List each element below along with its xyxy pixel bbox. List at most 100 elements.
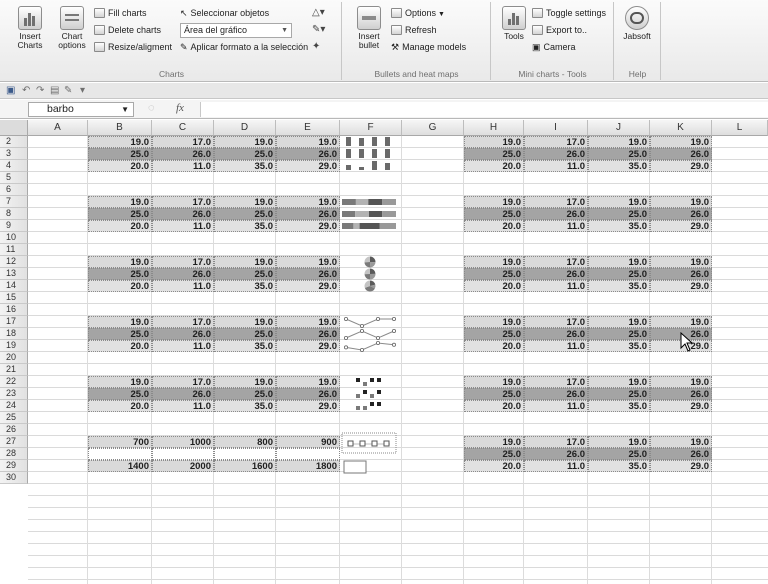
chart-icon[interactable]: ▤ <box>50 85 59 97</box>
table-cell[interactable]: 19.0 <box>588 136 650 148</box>
column-header-i[interactable]: I <box>524 120 588 136</box>
row-header-10[interactable]: 10 <box>0 232 28 244</box>
table-cell[interactable]: 20.0 <box>464 460 524 472</box>
table-cell[interactable]: 29.0 <box>276 340 340 352</box>
table-cell[interactable]: 25.0 <box>88 328 152 340</box>
table-cell[interactable]: 20.0 <box>464 160 524 172</box>
row-header-22[interactable]: 22 <box>0 376 28 388</box>
table-cell[interactable]: 17.0 <box>152 376 214 388</box>
table-cell[interactable]: 26.0 <box>524 268 588 280</box>
delete-charts-button[interactable]: Delete charts <box>94 23 161 37</box>
row-header-14[interactable]: 14 <box>0 280 28 292</box>
table-cell[interactable]: 26.0 <box>524 448 588 460</box>
row-header-4[interactable]: 4 <box>0 160 28 172</box>
toggle-settings-button[interactable]: Toggle settings <box>532 6 606 20</box>
column-header-e[interactable]: E <box>276 120 340 136</box>
table-cell[interactable]: 19.0 <box>650 256 712 268</box>
table-cell[interactable]: 11.0 <box>152 400 214 412</box>
table-cell[interactable]: 20.0 <box>88 340 152 352</box>
table-cell[interactable]: 19.0 <box>650 376 712 388</box>
table-cell[interactable]: 25.0 <box>588 448 650 460</box>
win-loss-sparkline[interactable] <box>340 376 400 412</box>
table-cell[interactable]: 25.0 <box>464 388 524 400</box>
customize-qat-icon[interactable]: ▾ <box>80 85 85 97</box>
row-header-11[interactable]: 11 <box>0 244 28 256</box>
table-cell[interactable]: 19.0 <box>276 256 340 268</box>
table-cell[interactable]: 19.0 <box>214 196 276 208</box>
row-header-7[interactable]: 7 <box>0 196 28 208</box>
table-cell[interactable]: 11.0 <box>152 220 214 232</box>
table-cell[interactable]: 35.0 <box>214 340 276 352</box>
row-header-29[interactable]: 29 <box>0 460 28 472</box>
table-cell[interactable]: 35.0 <box>214 160 276 172</box>
row-header-6[interactable]: 6 <box>0 184 28 196</box>
table-cell[interactable]: 20.0 <box>464 400 524 412</box>
table-cell[interactable]: 26.0 <box>524 148 588 160</box>
stacked-bar-sparkline[interactable] <box>340 196 400 232</box>
table-cell[interactable]: 1400 <box>88 460 152 472</box>
table-cell[interactable]: 29.0 <box>650 400 712 412</box>
table-cell[interactable]: 26.0 <box>650 388 712 400</box>
table-cell[interactable]: 11.0 <box>152 160 214 172</box>
table-cell[interactable]: 17.0 <box>524 196 588 208</box>
table-cell[interactable]: 26.0 <box>524 208 588 220</box>
table-cell[interactable]: 19.0 <box>650 196 712 208</box>
cancel-formula-icon[interactable]: ◌ <box>148 102 155 114</box>
row-header-15[interactable]: 15 <box>0 292 28 304</box>
table-cell[interactable]: 1000 <box>152 436 214 448</box>
table-cell[interactable]: 26.0 <box>152 208 214 220</box>
table-cell[interactable]: 25.0 <box>588 148 650 160</box>
table-cell[interactable]: 26.0 <box>650 148 712 160</box>
table-cell[interactable]: 20.0 <box>464 280 524 292</box>
row-header-13[interactable]: 13 <box>0 268 28 280</box>
jabsoft-button[interactable]: Jabsoft <box>617 6 657 41</box>
table-cell[interactable]: 25.0 <box>464 448 524 460</box>
column-header-k[interactable]: K <box>650 120 712 136</box>
brush-icon[interactable]: ✎ <box>64 85 72 97</box>
row-header-12[interactable]: 12 <box>0 256 28 268</box>
save-icon[interactable]: ▣ <box>6 85 15 97</box>
options-button[interactable]: Options ▼ <box>391 6 445 20</box>
table-cell[interactable]: 19.0 <box>214 136 276 148</box>
camera-button[interactable]: ▣ Camera <box>532 40 576 54</box>
pie-sparkline[interactable] <box>340 256 400 292</box>
table-cell[interactable]: 19.0 <box>88 316 152 328</box>
table-cell[interactable]: 35.0 <box>214 400 276 412</box>
table-cell[interactable]: 25.0 <box>214 328 276 340</box>
table-cell[interactable]: 25.0 <box>88 208 152 220</box>
fill-color-dropdown[interactable]: △▾ <box>312 6 332 20</box>
table-cell[interactable]: 19.0 <box>214 316 276 328</box>
table-cell[interactable]: 25.0 <box>88 268 152 280</box>
column-header-b[interactable]: B <box>88 120 152 136</box>
row-header-25[interactable]: 25 <box>0 412 28 424</box>
table-cell[interactable]: 25.0 <box>464 268 524 280</box>
table-cell[interactable]: 17.0 <box>524 316 588 328</box>
row-header-24[interactable]: 24 <box>0 400 28 412</box>
table-cell[interactable]: 25.0 <box>588 268 650 280</box>
table-cell[interactable]: 11.0 <box>524 460 588 472</box>
table-cell[interactable]: 25.0 <box>588 388 650 400</box>
row-header-28[interactable]: 28 <box>0 448 28 460</box>
row-header-8[interactable]: 8 <box>0 208 28 220</box>
table-cell[interactable]: 26.0 <box>276 148 340 160</box>
table-cell[interactable]: 11.0 <box>152 340 214 352</box>
effects-dropdown[interactable]: ✦ <box>312 40 332 54</box>
table-cell[interactable]: 19.0 <box>276 316 340 328</box>
table-cell[interactable] <box>214 448 276 460</box>
table-cell[interactable]: 26.0 <box>276 388 340 400</box>
table-cell[interactable]: 25.0 <box>214 208 276 220</box>
row-header-23[interactable]: 23 <box>0 388 28 400</box>
table-cell[interactable]: 29.0 <box>650 280 712 292</box>
fill-charts-button[interactable]: Fill charts <box>94 6 147 20</box>
table-cell[interactable]: 20.0 <box>464 220 524 232</box>
table-cell[interactable]: 26.0 <box>650 208 712 220</box>
table-cell[interactable]: 19.0 <box>276 136 340 148</box>
table-cell[interactable]: 26.0 <box>650 448 712 460</box>
table-cell[interactable]: 19.0 <box>464 376 524 388</box>
select-all-corner[interactable] <box>0 120 28 136</box>
table-cell[interactable]: 25.0 <box>464 208 524 220</box>
table-cell[interactable]: 35.0 <box>588 160 650 172</box>
line-color-dropdown[interactable]: ✎▾ <box>312 23 332 37</box>
table-cell[interactable]: 19.0 <box>464 196 524 208</box>
table-cell[interactable]: 19.0 <box>588 256 650 268</box>
